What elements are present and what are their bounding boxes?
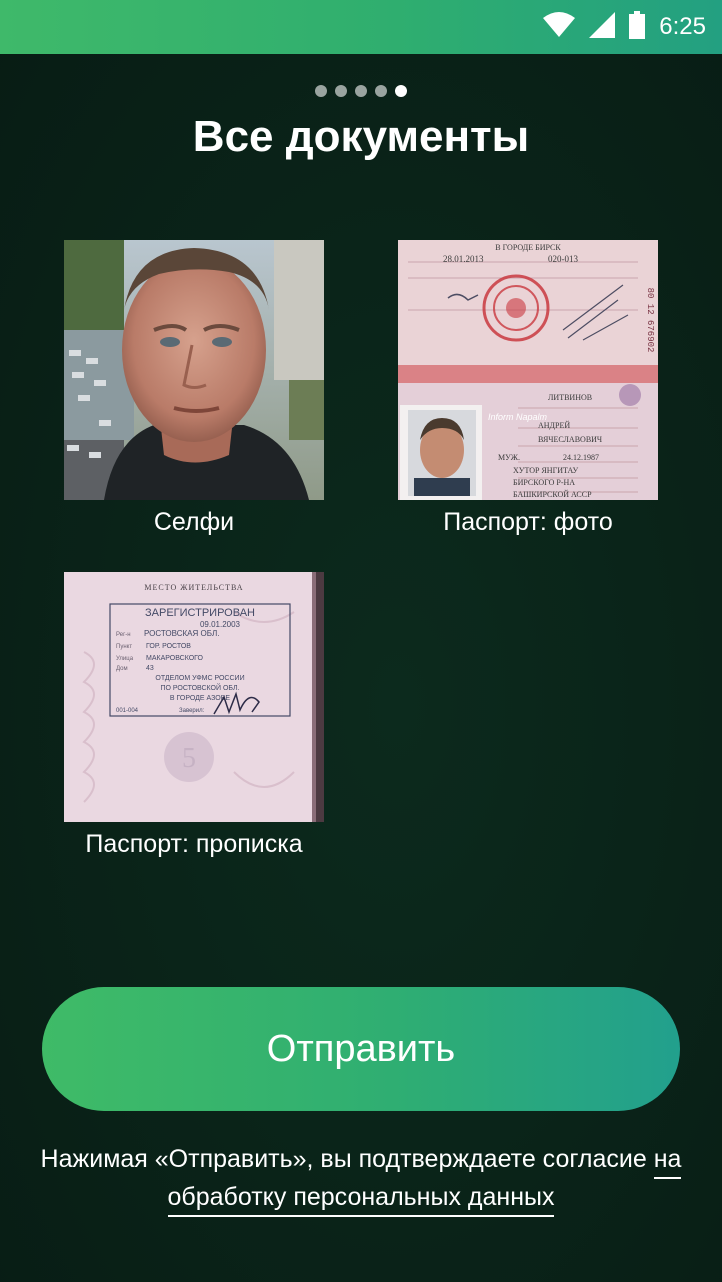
registration-city-text: ГОР. РОСТОВ bbox=[146, 643, 191, 650]
consent-prefix: Нажимая «Отправить», вы подтверждаете со… bbox=[40, 1145, 654, 1173]
signal-icon bbox=[589, 11, 616, 43]
document-label: Селфи bbox=[153, 508, 235, 536]
passport-birth-date-text: 24.12.1987 bbox=[563, 453, 599, 462]
document-card-passport-registration[interactable]: 5 МЕСТО ЖИТЕЛЬСТВА ЗАРЕГИСТРИРОВАН 09.01… bbox=[44, 572, 344, 859]
passport-code-text: 020-013 bbox=[548, 254, 578, 264]
passport-patronymic-text: ВЯЧЕСЛАВОВИЧ bbox=[538, 435, 602, 444]
selfie-thumbnail[interactable] bbox=[64, 240, 324, 500]
registration-office-1: ОТДЕЛОМ УФМС РОССИИ bbox=[155, 675, 244, 682]
registration-header-text: МЕСТО ЖИТЕЛЬСТВА bbox=[144, 583, 243, 592]
page-title: Все документы bbox=[192, 112, 530, 161]
registration-office-2: ПО РОСТОВСКОЙ ОБЛ. bbox=[160, 683, 239, 692]
passport-city-text: В ГОРОДЕ БИРСК bbox=[495, 243, 561, 252]
battery-icon bbox=[629, 10, 646, 44]
consent-text: Нажимая «Отправить», вы подтверждаете со… bbox=[0, 1140, 722, 1217]
passport-serial-text: 80 12 676902 bbox=[645, 288, 655, 353]
submit-button[interactable]: Отправить bbox=[42, 987, 680, 1111]
registration-region-text: РОСТОВСКАЯ ОБЛ. bbox=[144, 629, 219, 638]
registration-region-label: Рег-н bbox=[116, 632, 131, 638]
passport-photo-page: В ГОРОДЕ БИРСК 28.01.2013 020-013 Inform… bbox=[398, 240, 658, 500]
svg-text:5: 5 bbox=[182, 743, 196, 774]
registration-house-label: Дом bbox=[116, 666, 128, 672]
document-card-passport-photo[interactable]: В ГОРОДЕ БИРСК 28.01.2013 020-013 Inform… bbox=[378, 240, 678, 537]
passport-sex-text: МУЖ. bbox=[498, 453, 520, 462]
document-card-selfie[interactable]: Селфи bbox=[44, 240, 344, 537]
registration-date-text: 09.01.2003 bbox=[200, 620, 241, 629]
passport-registration-page: 5 МЕСТО ЖИТЕЛЬСТВА ЗАРЕГИСТРИРОВАН 09.01… bbox=[64, 572, 324, 822]
step-dot bbox=[335, 85, 347, 97]
registration-city-label: Пункт bbox=[116, 644, 132, 650]
document-label: Паспорт: прописка bbox=[85, 830, 303, 858]
registration-code-text: 001-004 bbox=[116, 708, 139, 714]
passport-birth-place-3-text: БАШКИРСКОЙ АССР bbox=[513, 490, 592, 499]
passport-surname-text: ЛИТВИНОВ bbox=[548, 393, 592, 402]
registration-stamp-title: ЗАРЕГИСТРИРОВАН bbox=[145, 607, 255, 619]
step-dot bbox=[375, 85, 387, 97]
registration-house-text: 43 bbox=[146, 665, 154, 672]
passport-registration-thumbnail[interactable]: 5 МЕСТО ЖИТЕЛЬСТВА ЗАРЕГИСТРИРОВАН 09.01… bbox=[64, 572, 324, 822]
step-dot-active bbox=[395, 85, 407, 97]
status-time: 6:25 bbox=[659, 13, 706, 40]
passport-birth-place-2-text: БИРСКОГО Р-НА bbox=[513, 478, 575, 487]
document-label: Паспорт: фото bbox=[443, 508, 613, 536]
passport-birth-place-1-text: ХУТОР ЯНГИТАУ bbox=[513, 466, 579, 475]
status-icons: 6:25 bbox=[543, 0, 706, 54]
step-dot bbox=[315, 85, 327, 97]
registration-certified-label: Заверил: bbox=[179, 708, 205, 714]
passport-issue-date-text: 28.01.2013 bbox=[443, 254, 484, 264]
selfie-photo bbox=[64, 240, 324, 500]
status-bar: 6:25 bbox=[0, 0, 722, 54]
registration-street-text: МАКАРОВСКОГО bbox=[146, 655, 204, 662]
step-indicator bbox=[0, 85, 722, 97]
registration-street-label: Улица bbox=[116, 656, 134, 662]
step-dot bbox=[355, 85, 367, 97]
passport-photo-thumbnail[interactable]: В ГОРОДЕ БИРСК 28.01.2013 020-013 Inform… bbox=[398, 240, 658, 500]
wifi-icon bbox=[543, 11, 576, 43]
passport-name-text: АНДРЕЙ bbox=[538, 421, 570, 430]
